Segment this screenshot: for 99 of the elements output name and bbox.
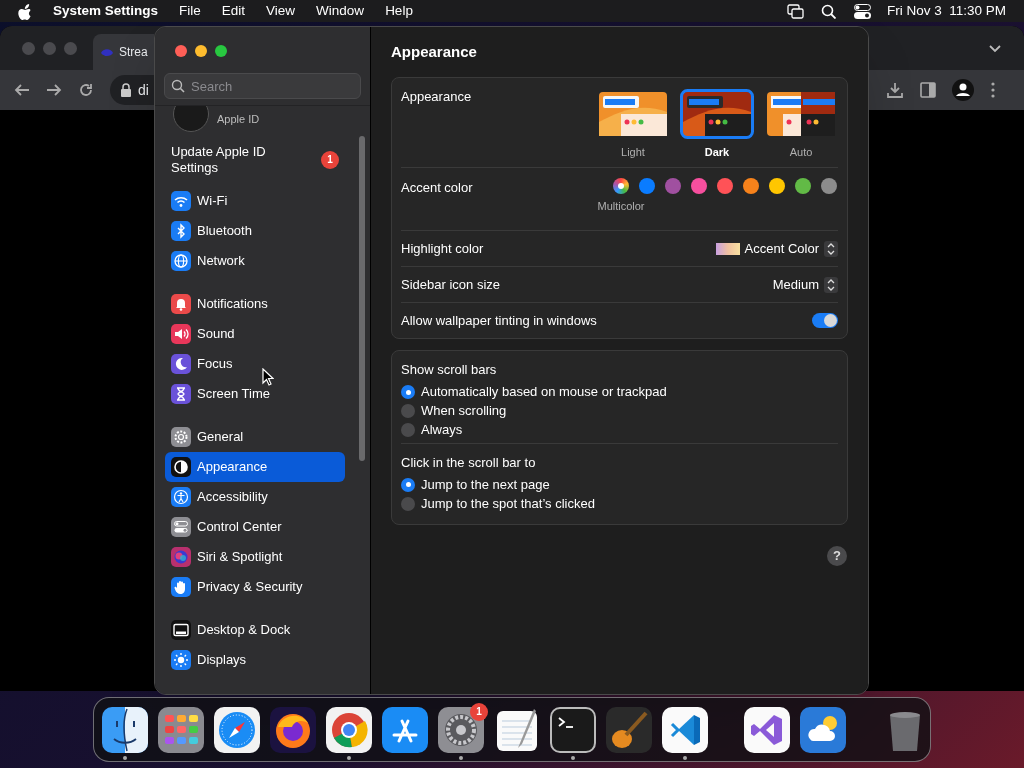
tab-title: Strea	[119, 44, 148, 61]
search-field[interactable]: Search	[164, 73, 361, 99]
page-title: Appearance	[391, 41, 478, 62]
forward-arrow-icon[interactable]	[46, 82, 62, 98]
up-down-chevron-icon	[824, 276, 838, 293]
notification-badge: 1	[470, 702, 488, 721]
setting-label: Accent color	[401, 179, 473, 197]
back-arrow-icon[interactable]	[14, 82, 30, 98]
more-menu-icon[interactable]	[990, 81, 996, 99]
radio-option[interactable]: Jump to the next page	[401, 475, 838, 494]
address-bar[interactable]: di	[110, 75, 154, 105]
sidebar-item[interactable]: Screen Time	[165, 379, 345, 409]
profile-avatar-icon[interactable]	[952, 79, 974, 101]
minimize-button[interactable]	[195, 45, 207, 57]
menu-item[interactable]: View	[266, 0, 296, 22]
multicolor-swatch[interactable]	[613, 178, 629, 194]
sidebar-item[interactable]: Notifications	[165, 289, 345, 319]
group-label: Show scroll bars	[401, 361, 498, 379]
toggle-switch[interactable]	[812, 313, 838, 328]
color-swatch[interactable]	[821, 178, 837, 194]
apple-id-label: Apple ID	[217, 111, 260, 127]
search-icon[interactable]	[820, 3, 836, 19]
up-down-chevron-icon	[824, 240, 838, 257]
radio-button[interactable]	[401, 477, 415, 492]
radio-option[interactable]: When scrolling	[401, 401, 838, 421]
icon-size-popup[interactable]: Medium	[772, 274, 838, 295]
notification-badge: 1	[321, 151, 339, 169]
app-grid-icon[interactable]	[158, 706, 204, 753]
update-apple-id-item[interactable]: Update Apple ID Settings 1	[165, 144, 345, 176]
color-swatch[interactable]	[743, 178, 759, 194]
appearance-option[interactable]: Light	[596, 89, 670, 161]
sidebar-item[interactable]: Wi-Fi	[165, 186, 345, 216]
zoom-button[interactable]	[215, 45, 227, 57]
radio-button[interactable]	[401, 423, 415, 437]
reload-icon[interactable]	[78, 82, 94, 98]
guitar-icon[interactable]	[606, 706, 652, 753]
sidebar-item[interactable]: Accessibility	[165, 482, 345, 512]
app-store-icon[interactable]	[382, 706, 428, 753]
color-swatch[interactable]	[691, 178, 707, 194]
radio-option[interactable]: Always	[401, 420, 838, 440]
radio-option[interactable]: Automatically based on mouse or trackpad	[401, 382, 838, 402]
browser-tab[interactable]: Strea	[93, 34, 154, 70]
close-button[interactable]	[175, 45, 187, 57]
setting-label: Allow wallpaper tinting in windows	[401, 311, 597, 330]
color-swatch[interactable]	[769, 178, 785, 194]
radio-button[interactable]	[401, 385, 415, 399]
appearance-option[interactable]: Dark	[680, 89, 754, 161]
setting-label: Appearance	[401, 88, 472, 106]
sidebar-item[interactable]: Displays	[165, 645, 345, 675]
menu-item[interactable]: File	[179, 0, 201, 22]
url-text: di	[138, 80, 149, 100]
color-swatch[interactable]	[795, 178, 811, 194]
menu-item[interactable]: Window	[316, 0, 365, 22]
apple-logo-icon[interactable]	[18, 2, 32, 20]
sidebar-item[interactable]: Sound	[165, 319, 345, 349]
download-icon[interactable]	[886, 81, 904, 99]
notepad-pen-icon[interactable]	[494, 706, 540, 753]
sidebar-item[interactable]: Appearance	[165, 452, 345, 482]
radio-button[interactable]	[401, 496, 415, 511]
sidebar-item[interactable]: Bluetooth	[165, 216, 345, 246]
sidebar-item[interactable]: Privacy & Security	[165, 572, 345, 602]
sidebar-item[interactable]: Siri & Spotlight	[165, 542, 345, 572]
sidebar-item[interactable]: Desktop & Dock	[165, 615, 345, 645]
setting-label: Highlight color	[401, 239, 484, 258]
group-label: Click in the scroll bar to	[401, 453, 537, 472]
scrollbar-thumb[interactable]	[359, 136, 365, 461]
menu-item[interactable]: Help	[385, 0, 413, 22]
compass-icon[interactable]	[214, 706, 260, 753]
fox-globe-icon[interactable]	[270, 706, 316, 753]
menu-item[interactable]: Edit	[221, 0, 246, 22]
finder-face-icon[interactable]	[102, 706, 148, 753]
appearance-option[interactable]: Auto	[764, 89, 838, 161]
sidebar-item[interactable]: Control Center	[165, 512, 345, 542]
side-panel-icon[interactable]	[920, 81, 936, 99]
radio-option[interactable]: Jump to the spot that’s clicked	[401, 494, 838, 513]
app-menu[interactable]: System Settings	[53, 0, 159, 22]
mouse-pointer-icon	[262, 368, 274, 386]
terminal-prompt-icon[interactable]	[550, 706, 596, 753]
setting-label: Sidebar icon size	[401, 275, 500, 294]
code-editor-icon[interactable]	[662, 706, 708, 753]
color-swatch[interactable]	[665, 178, 681, 194]
sidebar-item[interactable]: General	[165, 422, 345, 452]
menubar-clock[interactable]: Fri Nov 3 11:30 PM	[886, 0, 1006, 22]
color-swatch[interactable]	[639, 178, 655, 194]
cloud-sun-icon[interactable]	[800, 706, 846, 753]
windows-icon[interactable]	[786, 3, 804, 19]
highlight-color-popup[interactable]: Accent Color	[715, 238, 838, 259]
highlight-swatch	[715, 242, 740, 255]
search-icon	[171, 79, 185, 93]
gear-icon[interactable]	[438, 706, 484, 753]
swatch-label: Multicolor	[597, 199, 645, 214]
toggles-icon[interactable]	[853, 3, 871, 19]
lock-icon	[120, 83, 132, 97]
chevron-down-icon[interactable]	[988, 43, 1002, 53]
help-button[interactable]: ?	[827, 546, 847, 566]
radio-button[interactable]	[401, 404, 415, 418]
color-swatch[interactable]	[717, 178, 733, 194]
infinity-ribbon-icon[interactable]	[744, 706, 790, 753]
sidebar-item[interactable]: Network	[165, 246, 345, 276]
